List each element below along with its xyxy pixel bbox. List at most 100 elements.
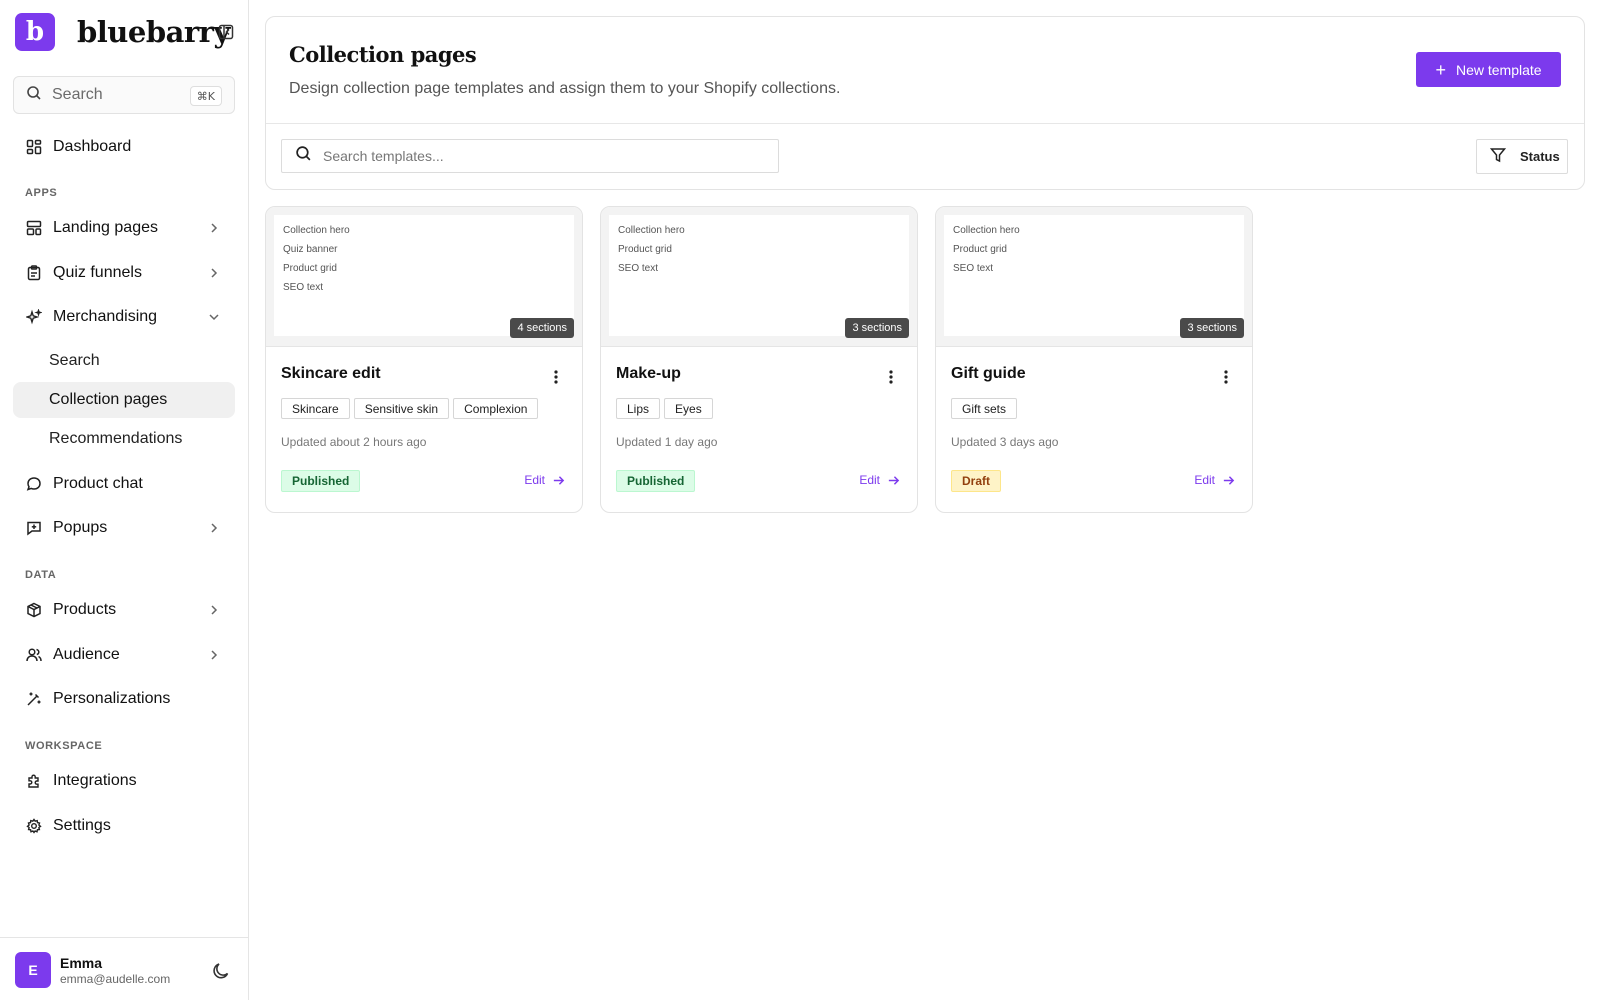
edit-label: Edit — [524, 473, 545, 487]
sidebar-item-label: Popups — [53, 519, 108, 536]
user-profile[interactable]: E Emma emma@audelle.com — [0, 937, 249, 1000]
sections-count-badge: 4 sections — [510, 318, 574, 338]
tag: Skincare — [281, 398, 350, 419]
sidebar-item-popups[interactable]: Popups — [13, 510, 235, 546]
preview-section: Product grid — [953, 244, 1007, 255]
new-template-label: New template — [1455, 61, 1542, 78]
preview-section: SEO text — [953, 263, 994, 274]
preview-section: Product grid — [618, 244, 672, 255]
card-title: Skincare edit — [281, 365, 381, 382]
sidebar-subitem-search[interactable]: Search — [13, 343, 235, 379]
template-preview: Collection hero Product grid SEO text 3 … — [601, 207, 917, 347]
sidebar-item-merchandising[interactable]: Merchandising — [13, 299, 235, 335]
template-search-input[interactable]: Search templates... — [281, 139, 779, 173]
template-preview: Collection hero Product grid SEO text 3 … — [936, 207, 1252, 347]
tag-list: Skincare Sensitive skin Complexion — [281, 398, 539, 419]
brand[interactable]: b bluebarry — [15, 13, 230, 51]
preview-section: SEO text — [283, 282, 324, 293]
arrow-right-icon — [1223, 475, 1235, 485]
preview-section: Collection hero — [618, 225, 685, 236]
more-options-icon[interactable] — [554, 369, 558, 385]
new-template-button[interactable]: + New template — [1416, 52, 1561, 87]
search-shortcut: ⌘K — [189, 86, 222, 106]
edit-label: Edit — [859, 473, 880, 487]
edit-link[interactable]: Edit — [859, 473, 900, 487]
more-options-icon[interactable] — [1224, 369, 1228, 385]
sidebar-item-label: Products — [53, 601, 117, 618]
tag: Complexion — [453, 398, 539, 419]
edit-link[interactable]: Edit — [524, 473, 565, 487]
chevron-right-icon — [207, 648, 221, 662]
preview-section: Quiz banner — [283, 244, 338, 255]
clipboard-icon — [25, 264, 43, 282]
sidebar-item-label: Landing pages — [53, 219, 158, 236]
moon-icon[interactable] — [211, 961, 231, 981]
preview-section: Collection hero — [953, 225, 1020, 236]
template-search-placeholder: Search templates... — [323, 148, 444, 164]
tag-list: Lips Eyes — [616, 398, 713, 419]
section-label-workspace: WORKSPACE — [25, 740, 103, 752]
sidebar-search-placeholder: Search — [52, 86, 103, 103]
search-icon — [26, 85, 42, 106]
chevron-right-icon — [207, 221, 221, 235]
card-title: Gift guide — [951, 365, 1026, 382]
puzzle-icon — [25, 772, 43, 790]
status-filter-button[interactable]: Status — [1476, 139, 1568, 174]
preview-section: SEO text — [618, 263, 659, 274]
sidebar-subitem-recommendations[interactable]: Recommendations — [13, 421, 235, 457]
template-card[interactable]: Collection hero Quiz banner Product grid… — [265, 206, 583, 513]
sidebar-item-dashboard[interactable]: Dashboard — [13, 129, 235, 165]
sparkles-icon — [25, 308, 43, 326]
more-options-icon[interactable] — [889, 369, 893, 385]
divider — [266, 123, 1584, 124]
sidebar: b bluebarry Search ⌘K Dashboard APPS Lan… — [0, 0, 249, 1000]
user-name: Emma — [60, 955, 103, 971]
preview-section: Product grid — [283, 263, 337, 274]
sidebar-item-products[interactable]: Products — [13, 592, 235, 628]
status-badge: Published — [616, 470, 696, 492]
template-card[interactable]: Collection hero Product grid SEO text 3 … — [600, 206, 918, 513]
sidebar-item-audience[interactable]: Audience — [13, 637, 235, 673]
updated-timestamp: Updated about 2 hours ago — [281, 435, 427, 449]
sidebar-item-integrations[interactable]: Integrations — [13, 763, 235, 799]
brand-logo: b — [15, 13, 55, 51]
edit-label: Edit — [1194, 473, 1215, 487]
card-title: Make-up — [616, 365, 681, 382]
section-label-data: DATA — [25, 569, 57, 581]
sidebar-item-personalizations[interactable]: Personalizations — [13, 681, 235, 717]
user-email: emma@audelle.com — [60, 972, 171, 986]
sidebar-item-product-chat[interactable]: Product chat — [13, 466, 235, 502]
status-badge: Draft — [951, 470, 1002, 492]
tag: Gift sets — [951, 398, 1018, 419]
template-card[interactable]: Collection hero Product grid SEO text 3 … — [935, 206, 1253, 513]
sidebar-subitem-collection-pages[interactable]: Collection pages — [13, 382, 235, 418]
arrow-right-icon — [553, 475, 565, 485]
chevron-right-icon — [207, 603, 221, 617]
sidebar-item-label: Dashboard — [53, 138, 132, 155]
dashboard-icon — [25, 138, 43, 156]
edit-link[interactable]: Edit — [1194, 473, 1235, 487]
sidebar-item-landing-pages[interactable]: Landing pages — [13, 210, 235, 246]
magic-wand-icon — [25, 690, 43, 708]
tag-list: Gift sets — [951, 398, 1018, 419]
message-plus-icon — [25, 519, 43, 537]
sidebar-item-label: Integrations — [53, 772, 137, 789]
arrow-right-icon — [888, 475, 900, 485]
sidebar-search[interactable]: Search ⌘K — [13, 76, 235, 114]
updated-timestamp: Updated 3 days ago — [951, 435, 1059, 449]
page-header-panel: Collection pages Design collection page … — [265, 16, 1585, 190]
status-badge: Published — [281, 470, 361, 492]
sidebar-collapse-icon[interactable] — [218, 24, 234, 40]
sidebar-item-label: Settings — [53, 817, 111, 834]
sections-count-badge: 3 sections — [1180, 318, 1244, 338]
sidebar-item-quiz-funnels[interactable]: Quiz funnels — [13, 255, 235, 291]
section-label-apps: APPS — [25, 187, 58, 199]
page-subtitle: Design collection page templates and ass… — [289, 80, 841, 97]
sidebar-item-label: Merchandising — [53, 308, 158, 325]
sidebar-item-label: Product chat — [53, 475, 143, 492]
gear-icon — [25, 817, 43, 835]
layout-icon — [25, 219, 43, 237]
template-preview: Collection hero Quiz banner Product grid… — [266, 207, 582, 347]
users-icon — [25, 646, 43, 664]
sidebar-item-settings[interactable]: Settings — [13, 808, 235, 844]
